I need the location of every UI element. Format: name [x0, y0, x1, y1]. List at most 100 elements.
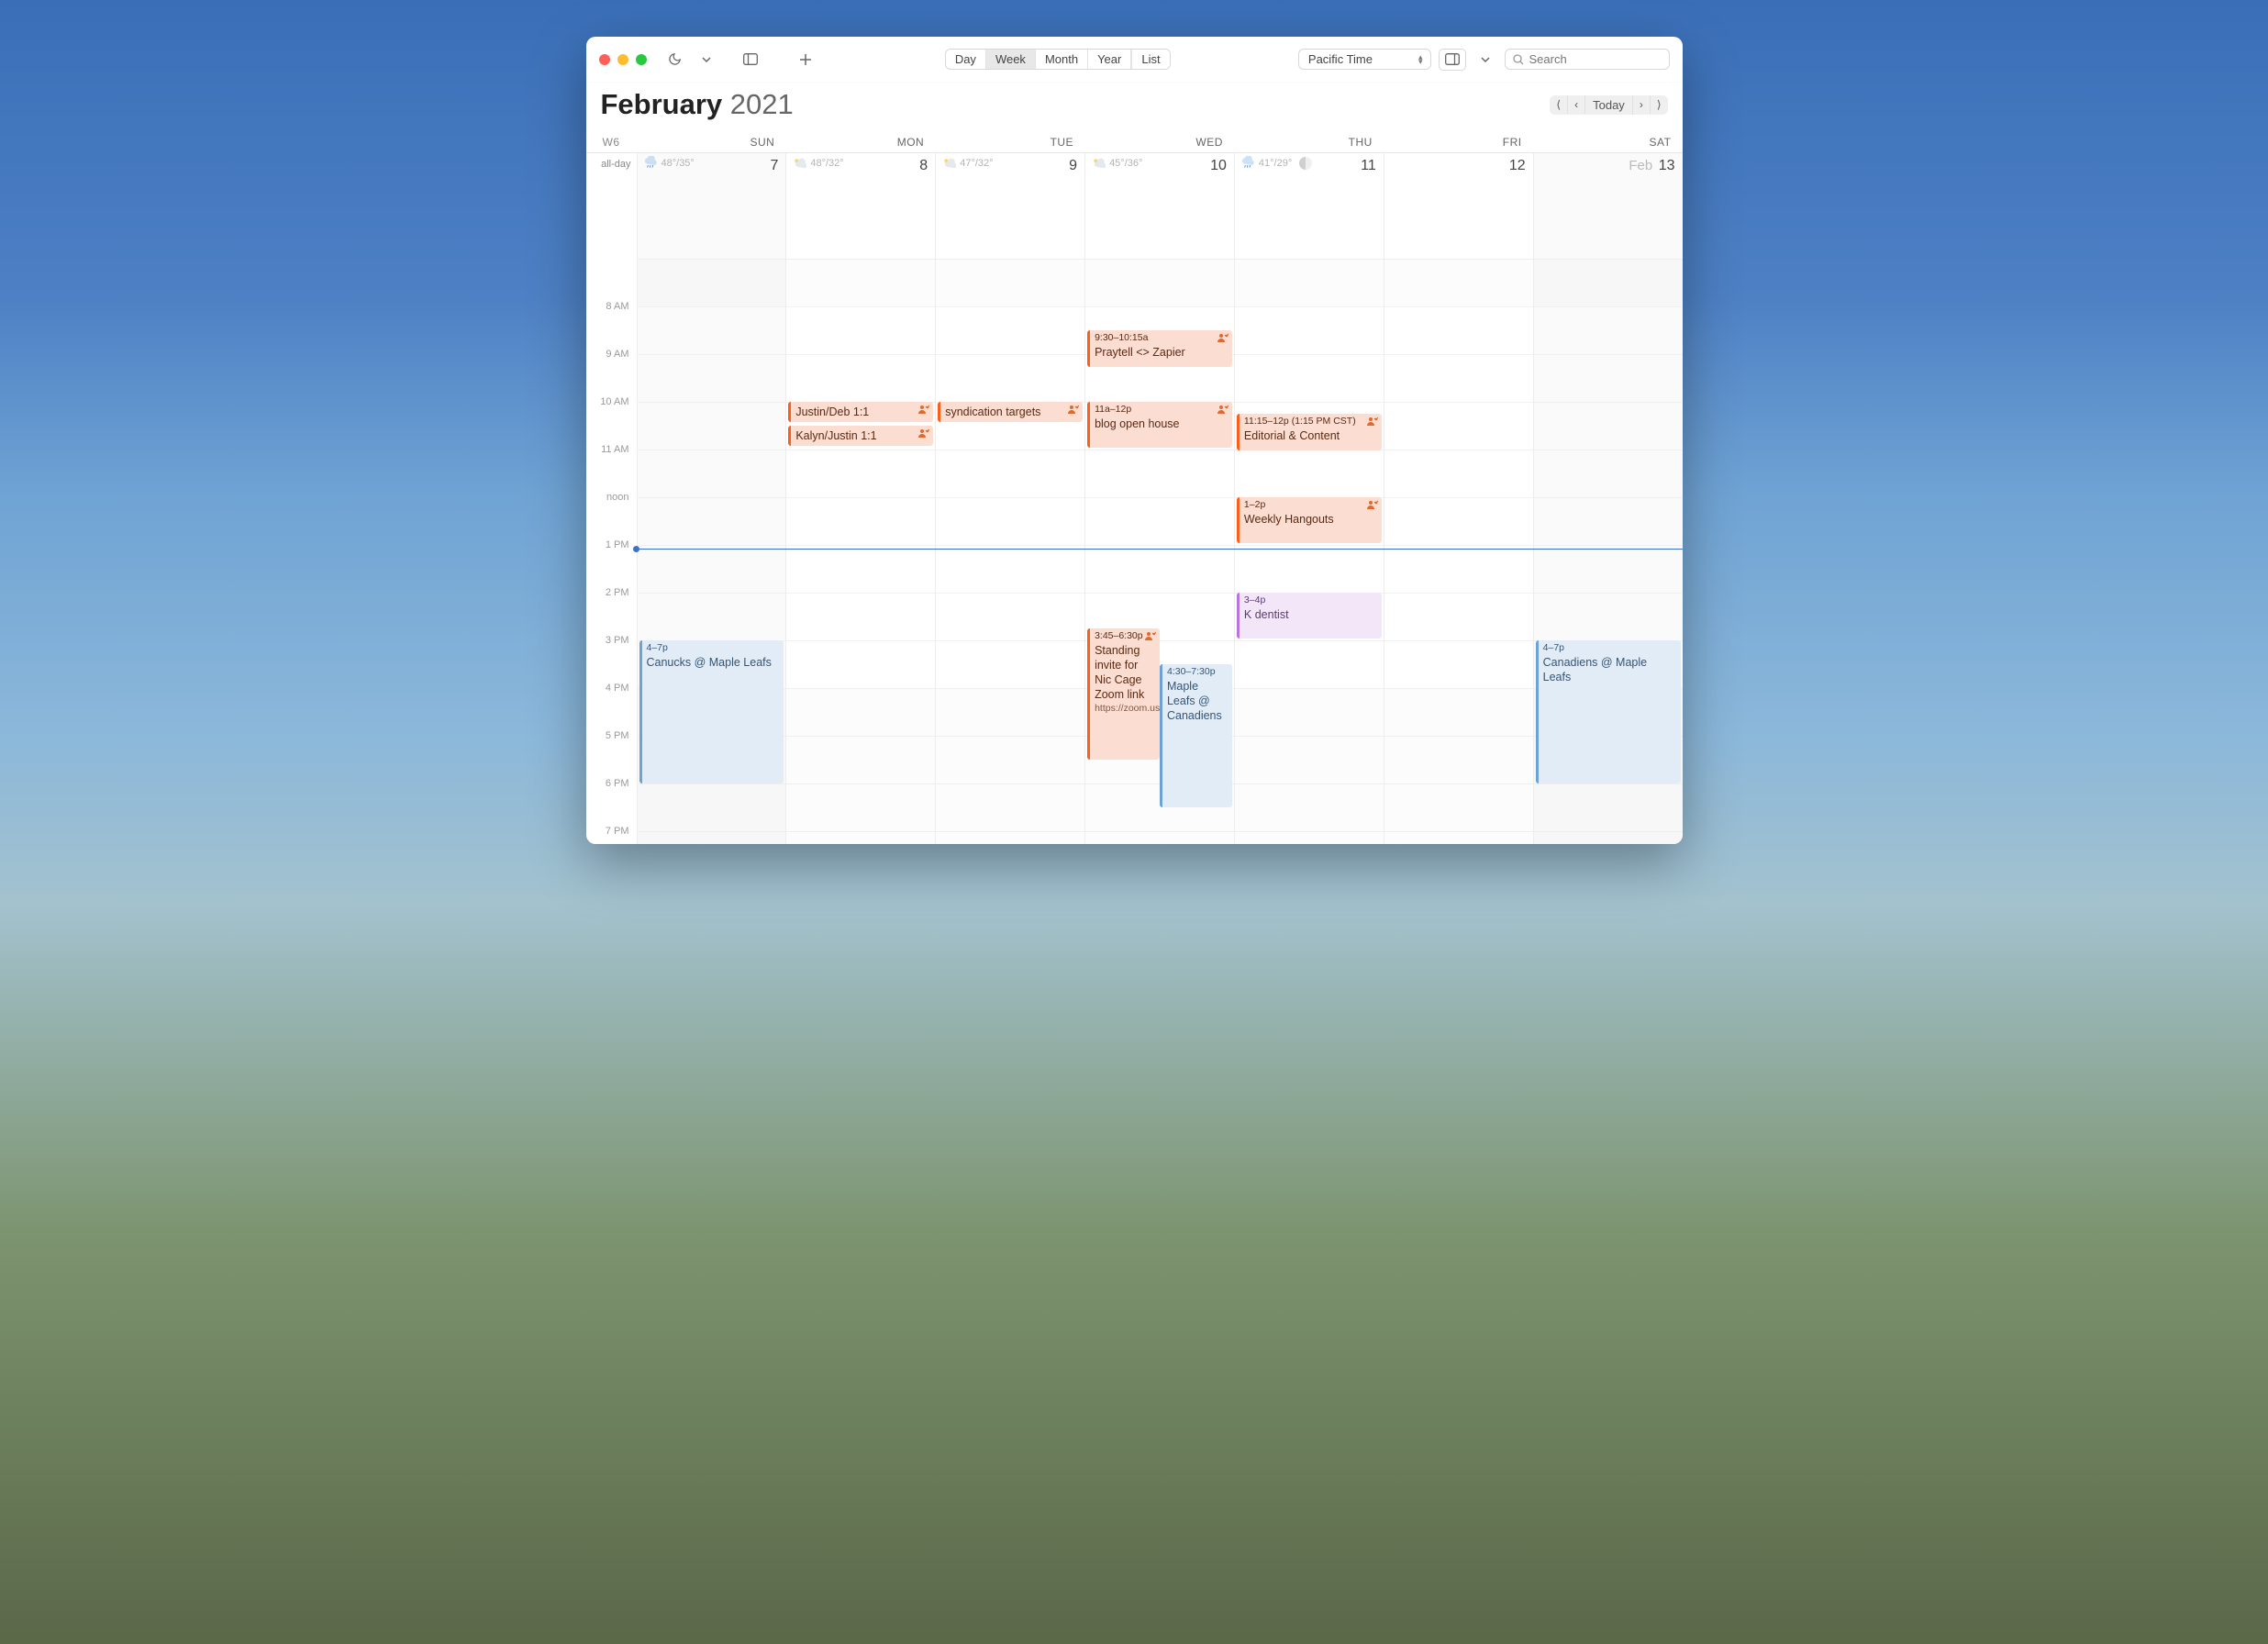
people-icon [1217, 333, 1228, 342]
event-title: Maple Leafs @ Canadiens [1167, 679, 1228, 724]
people-icon [1145, 631, 1156, 640]
dow-sat: SAT [1533, 132, 1683, 152]
next-icon[interactable]: › [1633, 95, 1651, 114]
today-button[interactable]: Today [1585, 95, 1633, 115]
event-title: Editorial & Content [1244, 428, 1378, 443]
time-grid: 8 AM9 AM10 AM11 AMnoon1 PM2 PM3 PM4 PM5 … [586, 251, 1683, 844]
updown-icon: ▴▾ [1418, 55, 1423, 64]
allday-cell[interactable]: 47°/32°9 [935, 153, 1084, 251]
day-column[interactable] [1384, 251, 1533, 844]
people-icon [918, 428, 929, 438]
moon-phase-icon [1299, 157, 1312, 170]
search-field[interactable] [1505, 49, 1670, 70]
view-month[interactable]: Month [1036, 50, 1088, 69]
people-icon [1367, 500, 1378, 509]
hour-label: 9 AM [586, 308, 637, 356]
event-hang[interactable]: 1–2pWeekly Hangouts [1237, 497, 1382, 543]
day-column[interactable]: 11:15–12p (1:15 PM CST)Editorial & Conte… [1234, 251, 1384, 844]
allday-cell[interactable]: 41°/29°11 [1234, 153, 1384, 251]
event-title: Praytell <> Zapier [1095, 345, 1228, 360]
event-time: 4–7p [1543, 642, 1677, 655]
view-week[interactable]: Week [986, 50, 1036, 69]
search-icon [1513, 54, 1524, 65]
panel-toggle-icon[interactable] [1439, 49, 1466, 71]
add-event-button[interactable] [794, 49, 817, 71]
allday-cell[interactable]: 48°/32°8 [785, 153, 935, 251]
dow-tue: TUE [935, 132, 1084, 152]
allday-cell[interactable]: Feb 13 [1533, 153, 1683, 251]
prev-big-icon[interactable]: ⟨ [1550, 95, 1568, 114]
maximize-window[interactable] [636, 54, 647, 65]
people-icon [918, 405, 929, 414]
view-day[interactable]: Day [946, 50, 986, 69]
day-column[interactable]: 9:30–10:15aPraytell <> Zapier 11a–12pblog… [1084, 251, 1234, 844]
event-kalyn[interactable]: Kalyn/Justin 1:1 [788, 426, 933, 446]
view-segmented-control: Day Week Month Year List [945, 49, 1171, 70]
event-title: syndication targets [945, 405, 1040, 419]
prev-icon[interactable]: ‹ [1568, 95, 1585, 114]
moon-icon[interactable] [663, 49, 687, 71]
event-dentist[interactable]: 3–4pK dentist [1237, 593, 1382, 639]
day-column[interactable]: 4–7pCanucks @ Maple Leafs [637, 251, 786, 844]
dow-fri: FRI [1384, 132, 1533, 152]
toolbar: Day Week Month Year List Pacific Time ▴▾ [586, 37, 1683, 83]
search-input[interactable] [1529, 52, 1662, 66]
close-window[interactable] [599, 54, 610, 65]
event-time: 4–7p [647, 642, 781, 655]
day-date: 11 [1361, 158, 1376, 174]
chevron-down-icon[interactable] [695, 49, 718, 71]
event-subtitle: https://zoom.us/j/940667413 [1095, 703, 1156, 716]
event-editorial[interactable]: 11:15–12p (1:15 PM CST)Editorial & Conte… [1237, 414, 1382, 450]
event-leafs[interactable]: 4:30–7:30pMaple Leafs @ Canadiens [1160, 664, 1232, 807]
panel-chevron-down-icon[interactable] [1473, 49, 1497, 71]
sidebar-toggle-icon[interactable] [739, 49, 762, 71]
event-time: 11:15–12p (1:15 PM CST) [1244, 416, 1378, 428]
hour-labels: 8 AM9 AM10 AM11 AMnoon1 PM2 PM3 PM4 PM5 … [586, 251, 637, 844]
event-title: blog open house [1095, 417, 1228, 431]
allday-cell[interactable]: 48°/35°7 [637, 153, 786, 251]
event-canadiens[interactable]: 4–7pCanadiens @ Maple Leafs [1536, 640, 1681, 783]
minimize-window[interactable] [617, 54, 628, 65]
event-nic[interactable]: 3:45–6:30pStanding invite for Nic Cage Z… [1087, 628, 1160, 760]
day-date: 7 [770, 158, 778, 174]
allday-cell[interactable]: 12 [1384, 153, 1533, 251]
hour-label: 2 PM [586, 547, 637, 594]
event-time: 9:30–10:15a [1095, 332, 1228, 345]
dow-sun: SUN [637, 132, 786, 152]
event-pray[interactable]: 9:30–10:15aPraytell <> Zapier [1087, 330, 1232, 367]
day-column[interactable]: syndication targets [935, 251, 1084, 844]
view-list[interactable]: List [1131, 50, 1169, 69]
people-icon [1217, 405, 1228, 414]
day-of-week-header: W6 SUN MON TUE WED THU FRI SAT [586, 121, 1683, 152]
event-title: Standing invite for Nic Cage Zoom link [1095, 643, 1156, 703]
event-title: K dentist [1244, 607, 1378, 622]
event-synd[interactable]: syndication targets [938, 402, 1083, 422]
calendar-window: Day Week Month Year List Pacific Time ▴▾… [586, 37, 1683, 844]
weather: 48°/32° [792, 156, 929, 171]
view-year[interactable]: Year [1088, 50, 1131, 69]
timezone-select[interactable]: Pacific Time ▴▾ [1298, 49, 1431, 70]
event-title: Canucks @ Maple Leafs [647, 655, 781, 670]
hour-label: 6 PM [586, 738, 637, 785]
weather: 48°/35° [643, 156, 781, 171]
allday-cell[interactable]: 45°/36°10 [1084, 153, 1234, 251]
event-title: Kalyn/Justin 1:1 [795, 428, 876, 443]
event-blog[interactable]: 11a–12pblog open house [1087, 402, 1232, 448]
event-justin-deb[interactable]: Justin/Deb 1:1 [788, 402, 933, 422]
week-number: W6 [586, 132, 637, 152]
next-big-icon[interactable]: ⟩ [1651, 95, 1668, 114]
hour-label: 7 PM [586, 785, 637, 833]
titlebar: February 2021 ⟨ ‹ Today › ⟩ [586, 83, 1683, 121]
dow-wed: WED [1084, 132, 1234, 152]
people-icon [1068, 405, 1079, 414]
nav-cluster: ⟨ ‹ Today › ⟩ [1550, 95, 1667, 115]
day-column[interactable]: Justin/Deb 1:1 Kalyn/Justin 1:1 [785, 251, 935, 844]
day-date: 12 [1509, 158, 1526, 174]
dow-thu: THU [1234, 132, 1384, 152]
hour-label: 8 PM [586, 833, 637, 844]
day-column[interactable]: 4–7pCanadiens @ Maple Leafs [1533, 251, 1683, 844]
people-icon [1367, 417, 1378, 426]
hour-label: noon [586, 451, 637, 499]
event-canucks[interactable]: 4–7pCanucks @ Maple Leafs [639, 640, 784, 783]
weather: 47°/32° [941, 156, 1079, 171]
